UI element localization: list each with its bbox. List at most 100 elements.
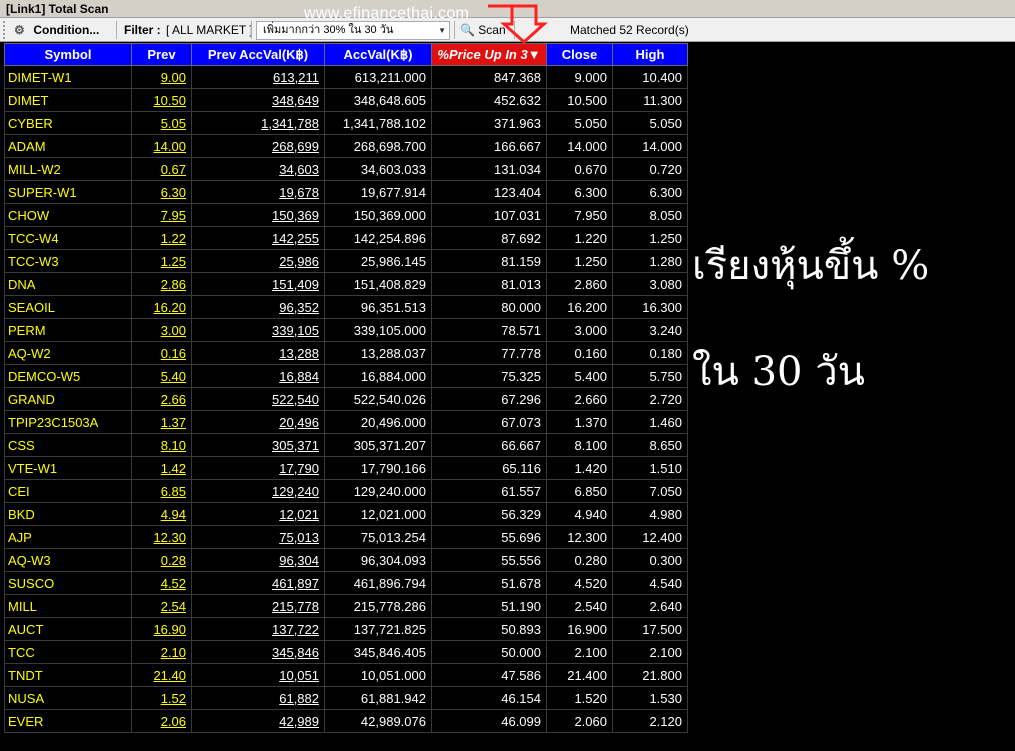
cell-prev-accval[interactable]: 17,790	[191, 456, 325, 480]
cell-prev[interactable]: 10.50	[131, 88, 192, 112]
cell-prev-accval[interactable]: 12,021	[191, 502, 325, 526]
cell-prev-accval[interactable]: 137,722	[191, 617, 325, 641]
cell-prev[interactable]: 0.28	[131, 548, 192, 572]
table-row[interactable]: TCC-W4 1.22 142,255 142,254.896 87.692 1.220 1…	[4, 226, 688, 250]
table-row[interactable]: GRAND 2.66 522,540 522,540.026 67.296 2.660 2.…	[4, 387, 688, 411]
cell-prev-accval[interactable]: 142,255	[191, 226, 325, 250]
table-row[interactable]: DNA 2.86 151,409 151,408.829 81.013 2.860 3.08…	[4, 272, 688, 296]
cell-prev[interactable]: 5.05	[131, 111, 192, 135]
cell-prev[interactable]: 2.66	[131, 387, 192, 411]
table-row[interactable]: PERM 3.00 339,105 339,105.000 78.571 3.000 3.2…	[4, 318, 688, 342]
table-row[interactable]: VTE-W1 1.42 17,790 17,790.166 65.116 1.420 1.5…	[4, 456, 688, 480]
cell-prev-accval[interactable]: 25,986	[191, 249, 325, 273]
table-row[interactable]: MILL-W2 0.67 34,603 34,603.033 131.034 0.670 0…	[4, 157, 688, 181]
cell-prev-accval[interactable]: 61,882	[191, 686, 325, 710]
cell-prev-accval[interactable]: 96,352	[191, 295, 325, 319]
cell-prev[interactable]: 1.25	[131, 249, 192, 273]
condition-button[interactable]: ⚙ Condition...	[12, 21, 112, 39]
cell-prev-accval[interactable]: 19,678	[191, 180, 325, 204]
cell-prev-accval[interactable]: 129,240	[191, 479, 325, 503]
cell-prev-accval[interactable]: 34,603	[191, 157, 325, 181]
table-row[interactable]: AUCT 16.90 137,722 137,721.825 50.893 16.900 1…	[4, 617, 688, 641]
table-row[interactable]: TNDT 21.40 10,051 10,051.000 47.586 21.400 21.…	[4, 663, 688, 687]
table-row[interactable]: TPIP23C1503A 1.37 20,496 20,496.000 67.073 1.…	[4, 410, 688, 434]
table-row[interactable]: DEMCO-W5 5.40 16,884 16,884.000 75.325 5.400 5…	[4, 364, 688, 388]
table-row[interactable]: AQ-W3 0.28 96,304 96,304.093 55.556 0.280 0.30…	[4, 548, 688, 572]
table-row[interactable]: MILL 2.54 215,778 215,778.286 51.190 2.540 2.6…	[4, 594, 688, 618]
cell-prev-accval[interactable]: 215,778	[191, 594, 325, 618]
filter-value[interactable]: [ ALL MARKET ]	[166, 21, 253, 39]
cell-prev-accval[interactable]: 75,013	[191, 525, 325, 549]
cell-prev-accval[interactable]: 613,211	[191, 65, 325, 89]
cell-prev-accval[interactable]: 305,371	[191, 433, 325, 457]
table-row[interactable]: ADAM 14.00 268,699 268,698.700 166.667 14.000…	[4, 134, 688, 158]
cell-prev-accval[interactable]: 522,540	[191, 387, 325, 411]
cell-prev[interactable]: 1.52	[131, 686, 192, 710]
cell-prev-accval[interactable]: 16,884	[191, 364, 325, 388]
table-row[interactable]: CYBER 5.05 1,341,788 1,341,788.102 371.963 5.…	[4, 111, 688, 135]
cell-prev-accval[interactable]: 151,409	[191, 272, 325, 296]
column-header-close[interactable]: Close	[546, 43, 613, 66]
cell-prev[interactable]: 2.86	[131, 272, 192, 296]
column-header-prev[interactable]: Prev	[131, 43, 192, 66]
table-row[interactable]: SUSCO 4.52 461,897 461,896.794 51.678 4.520 4.…	[4, 571, 688, 595]
cell-prev-accval[interactable]: 345,846	[191, 640, 325, 664]
cell-prev[interactable]: 1.22	[131, 226, 192, 250]
cell-prev-accval[interactable]: 13,288	[191, 341, 325, 365]
table-row[interactable]: TCC-W3 1.25 25,986 25,986.145 81.159 1.250 1.2…	[4, 249, 688, 273]
table-row[interactable]: DIMET-W1 9.00 613,211 613,211.000 847.368 9.0…	[4, 65, 688, 89]
cell-prev-accval[interactable]: 1,341,788	[191, 111, 325, 135]
column-header-prev-accval[interactable]: Prev AccVal(K฿)	[191, 43, 325, 66]
cell-prev[interactable]: 4.94	[131, 502, 192, 526]
cell-prev[interactable]: 0.67	[131, 157, 192, 181]
table-row[interactable]: CEI 6.85 129,240 129,240.000 61.557 6.850 7.05…	[4, 479, 688, 503]
cell-prev[interactable]: 7.95	[131, 203, 192, 227]
cell-prev[interactable]: 6.85	[131, 479, 192, 503]
table-row[interactable]: AJP 12.30 75,013 75,013.254 55.696 12.300 12.4…	[4, 525, 688, 549]
cell-prev[interactable]: 4.52	[131, 571, 192, 595]
cell-prev-accval[interactable]: 339,105	[191, 318, 325, 342]
cell-prev[interactable]: 2.06	[131, 709, 192, 733]
cell-symbol: DIMET-W1	[4, 65, 132, 89]
table-row[interactable]: SUPER-W1 6.30 19,678 19,677.914 123.404 6.300…	[4, 180, 688, 204]
chevron-down-icon[interactable]: ▼	[438, 22, 446, 39]
cell-prev-accval[interactable]: 461,897	[191, 571, 325, 595]
cell-prev[interactable]: 3.00	[131, 318, 192, 342]
cell-prev[interactable]: 1.37	[131, 410, 192, 434]
cell-prev[interactable]: 9.00	[131, 65, 192, 89]
cell-prev[interactable]: 1.42	[131, 456, 192, 480]
table-row[interactable]: BKD 4.94 12,021 12,021.000 56.329 4.940 4.980	[4, 502, 688, 526]
cell-prev[interactable]: 6.30	[131, 180, 192, 204]
cell-prev[interactable]: 0.16	[131, 341, 192, 365]
cell-prev-accval[interactable]: 96,304	[191, 548, 325, 572]
table-row[interactable]: AQ-W2 0.16 13,288 13,288.037 77.778 0.160 0.18…	[4, 341, 688, 365]
column-header-symbol[interactable]: Symbol	[4, 43, 132, 66]
cell-prev[interactable]: 12.30	[131, 525, 192, 549]
cell-prev[interactable]: 16.20	[131, 295, 192, 319]
cell-prev-accval[interactable]: 268,699	[191, 134, 325, 158]
cell-prev[interactable]: 21.40	[131, 663, 192, 687]
table-row[interactable]: CSS 8.10 305,371 305,371.207 66.667 8.100 8.65…	[4, 433, 688, 457]
table-row[interactable]: DIMET 10.50 348,649 348,648.605 452.632 10.50…	[4, 88, 688, 112]
cell-prev[interactable]: 5.40	[131, 364, 192, 388]
table-row[interactable]: NUSA 1.52 61,882 61,881.942 46.154 1.520 1.530	[4, 686, 688, 710]
cell-prev-accval[interactable]: 150,369	[191, 203, 325, 227]
table-row[interactable]: CHOW 7.95 150,369 150,369.000 107.031 7.950 8.…	[4, 203, 688, 227]
toolbar-grip[interactable]	[3, 21, 7, 39]
cell-prev-accval[interactable]: 42,989	[191, 709, 325, 733]
cell-prev[interactable]: 14.00	[131, 134, 192, 158]
table-row[interactable]: SEAOIL 16.20 96,352 96,351.513 80.000 16.200 1…	[4, 295, 688, 319]
cell-prev-accval[interactable]: 348,649	[191, 88, 325, 112]
cell-prev-accval[interactable]: 20,496	[191, 410, 325, 434]
cell-prev[interactable]: 16.90	[131, 617, 192, 641]
cell-prev[interactable]: 2.10	[131, 640, 192, 664]
column-header-price-up-pct[interactable]: %Price Up In 3▼	[431, 43, 547, 66]
condition-dropdown[interactable]: เพิ่มมากกว่า 30% ใน 30 วัน ▼	[256, 21, 450, 40]
column-header-high[interactable]: High	[612, 43, 688, 66]
table-row[interactable]: TCC 2.10 345,846 345,846.405 50.000 2.100 2.10…	[4, 640, 688, 664]
table-row[interactable]: EVER 2.06 42,989 42,989.076 46.099 2.060 2.120	[4, 709, 688, 733]
column-header-accval[interactable]: AccVal(K฿)	[324, 43, 432, 66]
cell-prev-accval[interactable]: 10,051	[191, 663, 325, 687]
cell-prev[interactable]: 8.10	[131, 433, 192, 457]
cell-prev[interactable]: 2.54	[131, 594, 192, 618]
